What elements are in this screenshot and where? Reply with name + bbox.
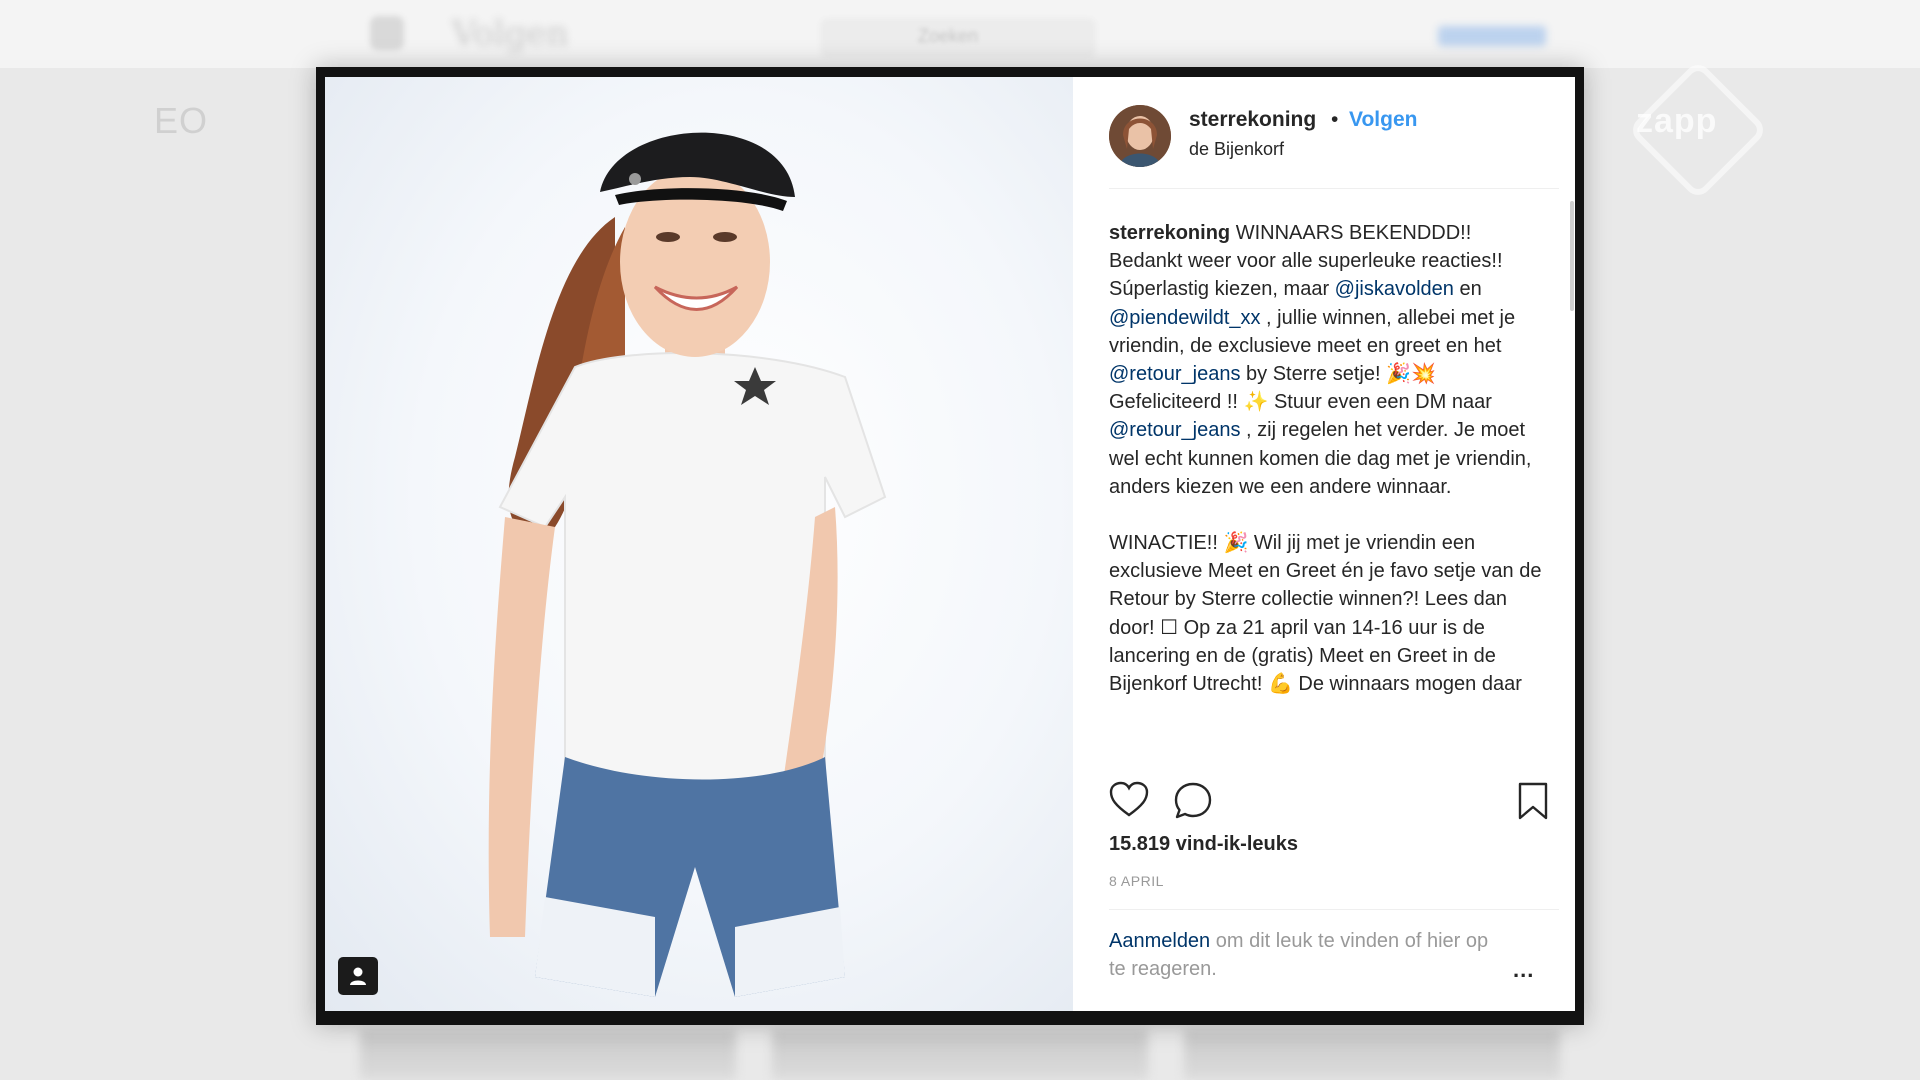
post-photo[interactable] <box>325 77 1073 1011</box>
channel-logo: zapp <box>1636 102 1718 140</box>
post-date[interactable]: 8 APRIL <box>1109 873 1164 889</box>
background-instagram-icon <box>370 16 404 50</box>
mention-link[interactable]: @retour_jeans <box>1109 363 1240 385</box>
caption-text: en <box>1453 278 1482 301</box>
post-details: sterrekoning • Volgen de Bijenkorf sterr… <box>1073 77 1575 1011</box>
heart-icon[interactable] <box>1109 781 1149 824</box>
location-link[interactable]: de Bijenkorf <box>1189 139 1284 160</box>
background-photo-grid <box>360 1030 1560 1080</box>
login-prompt: Aanmelden om dit leuk te vinden of hier … <box>1109 927 1499 983</box>
bookmark-icon[interactable] <box>1517 781 1549 826</box>
background-tile <box>772 1030 1148 1080</box>
mention-link[interactable]: @piendewildt_xx <box>1109 307 1261 329</box>
broadcaster-logo: EO <box>154 100 209 141</box>
background-login-button <box>1438 26 1546 46</box>
action-bar <box>1109 779 1549 823</box>
more-options-icon[interactable]: ... <box>1513 957 1534 983</box>
post-modal: sterrekoning • Volgen de Bijenkorf sterr… <box>316 67 1584 1025</box>
photo-illustration <box>488 132 887 997</box>
mention-link[interactable]: @retour_jeans <box>1109 419 1240 441</box>
background-tile <box>360 1030 736 1080</box>
caption-paragraph: WINACTIE!! 🎉 Wil jij met je vriendin een… <box>1109 532 1542 696</box>
background-tile <box>1184 1030 1560 1080</box>
caption-author-link[interactable]: sterrekoning <box>1109 222 1230 244</box>
caption-scrollbar[interactable] <box>1570 201 1574 311</box>
like-count[interactable]: 15.819 vind-ik-leuks <box>1109 833 1298 856</box>
background-brand-word: Volgen <box>452 14 569 54</box>
background-search-placeholder: Zoeken <box>918 26 979 46</box>
user-tag-icon[interactable] <box>338 957 378 995</box>
username-link[interactable]: sterrekoning <box>1189 108 1316 132</box>
avatar[interactable] <box>1109 105 1171 167</box>
login-link[interactable]: Aanmelden <box>1109 930 1210 952</box>
divider <box>1109 188 1559 189</box>
post-caption: sterrekoning WINNAARS BEKENDDD!! Bedankt… <box>1109 219 1545 764</box>
caption-paragraph: sterrekoning WINNAARS BEKENDDD!! Bedankt… <box>1109 219 1545 501</box>
separator-dot: • <box>1331 108 1339 131</box>
comment-icon[interactable] <box>1173 781 1213 826</box>
follow-button[interactable]: Volgen <box>1349 108 1417 132</box>
mention-link[interactable]: @jiskavolden <box>1335 278 1454 300</box>
post-header: sterrekoning • Volgen de Bijenkorf <box>1073 77 1575 187</box>
divider <box>1109 909 1559 910</box>
